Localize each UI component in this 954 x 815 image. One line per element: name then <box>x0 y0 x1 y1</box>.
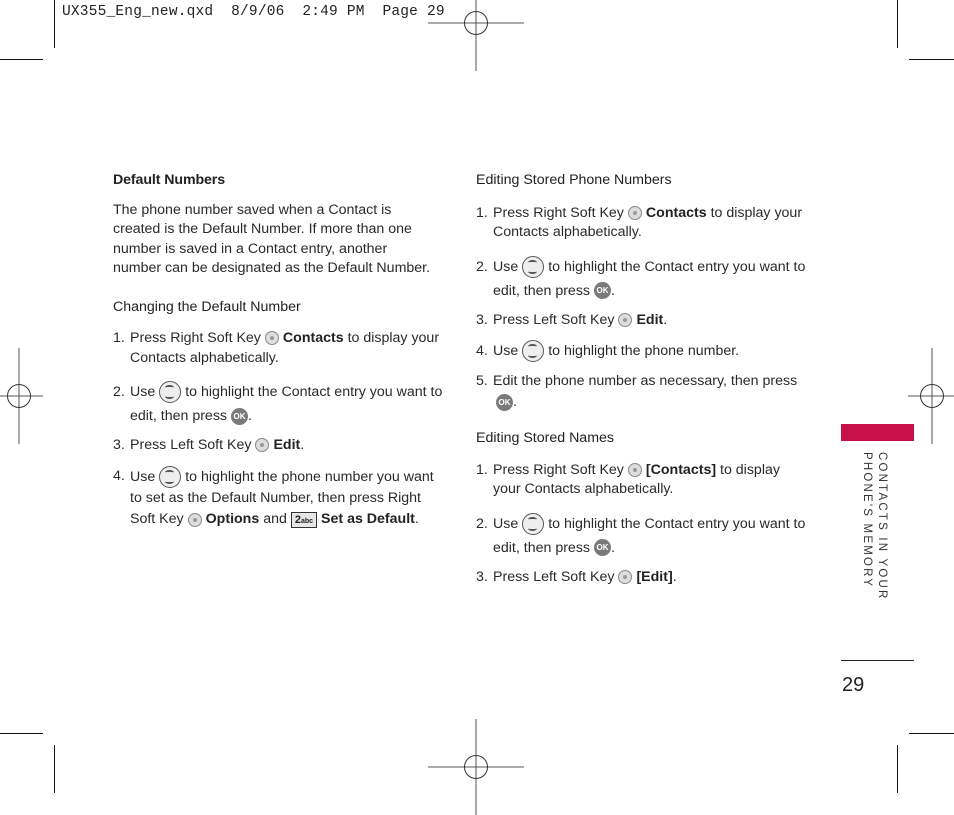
crop-mark <box>909 59 954 60</box>
right-column: Editing Stored Phone Numbers 1. Press Ri… <box>476 171 806 587</box>
list-item: 4. Use to highlight the phone number you … <box>113 465 434 528</box>
list-item: 1. Press Right Soft Key [Contacts] to dis… <box>476 461 780 498</box>
list-item: 3. Press Left Soft Key [Edit]. <box>476 568 677 585</box>
left-soft-key-icon <box>618 569 633 584</box>
navigation-key-icon <box>159 465 182 488</box>
crop-mark <box>0 733 43 734</box>
right-soft-key-icon <box>627 205 642 220</box>
section-title-editing-phone-numbers: Editing Stored Phone Numbers <box>476 172 672 188</box>
left-soft-key-icon <box>255 438 270 453</box>
crop-mark <box>54 745 55 793</box>
section-title-default-numbers: Default Numbers <box>113 172 226 188</box>
list-item: 4. Use to highlight the phone number. <box>476 339 806 363</box>
ok-key-icon: OK <box>594 282 612 300</box>
left-column: Default Numbers The phone number saved w… <box>113 171 448 531</box>
registration-mark-top <box>428 0 524 71</box>
side-label-line2: PHONE'S MEMORY <box>861 452 873 589</box>
page-number: 29 <box>842 674 865 696</box>
subsection-title-changing-default: Changing the Default Number <box>113 298 301 315</box>
navigation-key-icon <box>522 255 545 278</box>
page-number-rule <box>841 660 914 661</box>
ok-key-icon: OK <box>231 407 249 425</box>
crop-mark <box>897 0 898 48</box>
list-item: 3. Press Left Soft Key Edit. <box>113 437 305 453</box>
left-soft-key-icon <box>618 312 633 327</box>
registration-mark-left <box>0 348 43 444</box>
crop-mark <box>54 0 55 48</box>
navigation-key-icon <box>159 381 182 404</box>
key-2-abc-icon: 2abc <box>290 511 318 528</box>
crop-mark <box>897 745 898 793</box>
ok-key-icon: OK <box>496 393 513 411</box>
list-item: 2. Use to highlight the Contact entry you… <box>113 380 448 428</box>
navigation-key-icon <box>522 512 545 535</box>
crop-mark <box>0 59 43 60</box>
navigation-key-icon <box>522 340 545 363</box>
section-side-label: CONTACTS IN YOUR PHONE'S MEMORY <box>857 452 889 601</box>
right-soft-key-icon <box>187 512 202 527</box>
section-title-editing-names: Editing Stored Names <box>476 430 615 446</box>
ok-key-icon: OK <box>594 539 612 557</box>
list-item: 2. Use to highlight the Contact entry you… <box>476 255 806 303</box>
section-color-tab <box>841 424 914 441</box>
crop-mark <box>909 733 954 734</box>
right-soft-key-icon <box>627 462 642 477</box>
list-item: 1. Press Right Soft Key Contacts to displ… <box>113 330 440 366</box>
list-item: 1. Press Right Soft Key Contacts to displ… <box>476 204 803 241</box>
list-item: 5. Edit the phone number as necessary, t… <box>476 373 798 411</box>
registration-mark-bottom <box>428 719 524 815</box>
side-label-line1: CONTACTS IN YOUR <box>876 452 888 601</box>
intro-paragraph: The phone number saved when a Contact is… <box>113 201 431 277</box>
list-item: 3. Press Left Soft Key Edit. <box>476 311 668 328</box>
right-soft-key-icon <box>264 331 279 346</box>
list-item: 2. Use to highlight the Contact entry you… <box>476 512 806 560</box>
print-slug: UX355_Eng_new.qxd 8/9/06 2:49 PM Page 29 <box>62 4 445 20</box>
